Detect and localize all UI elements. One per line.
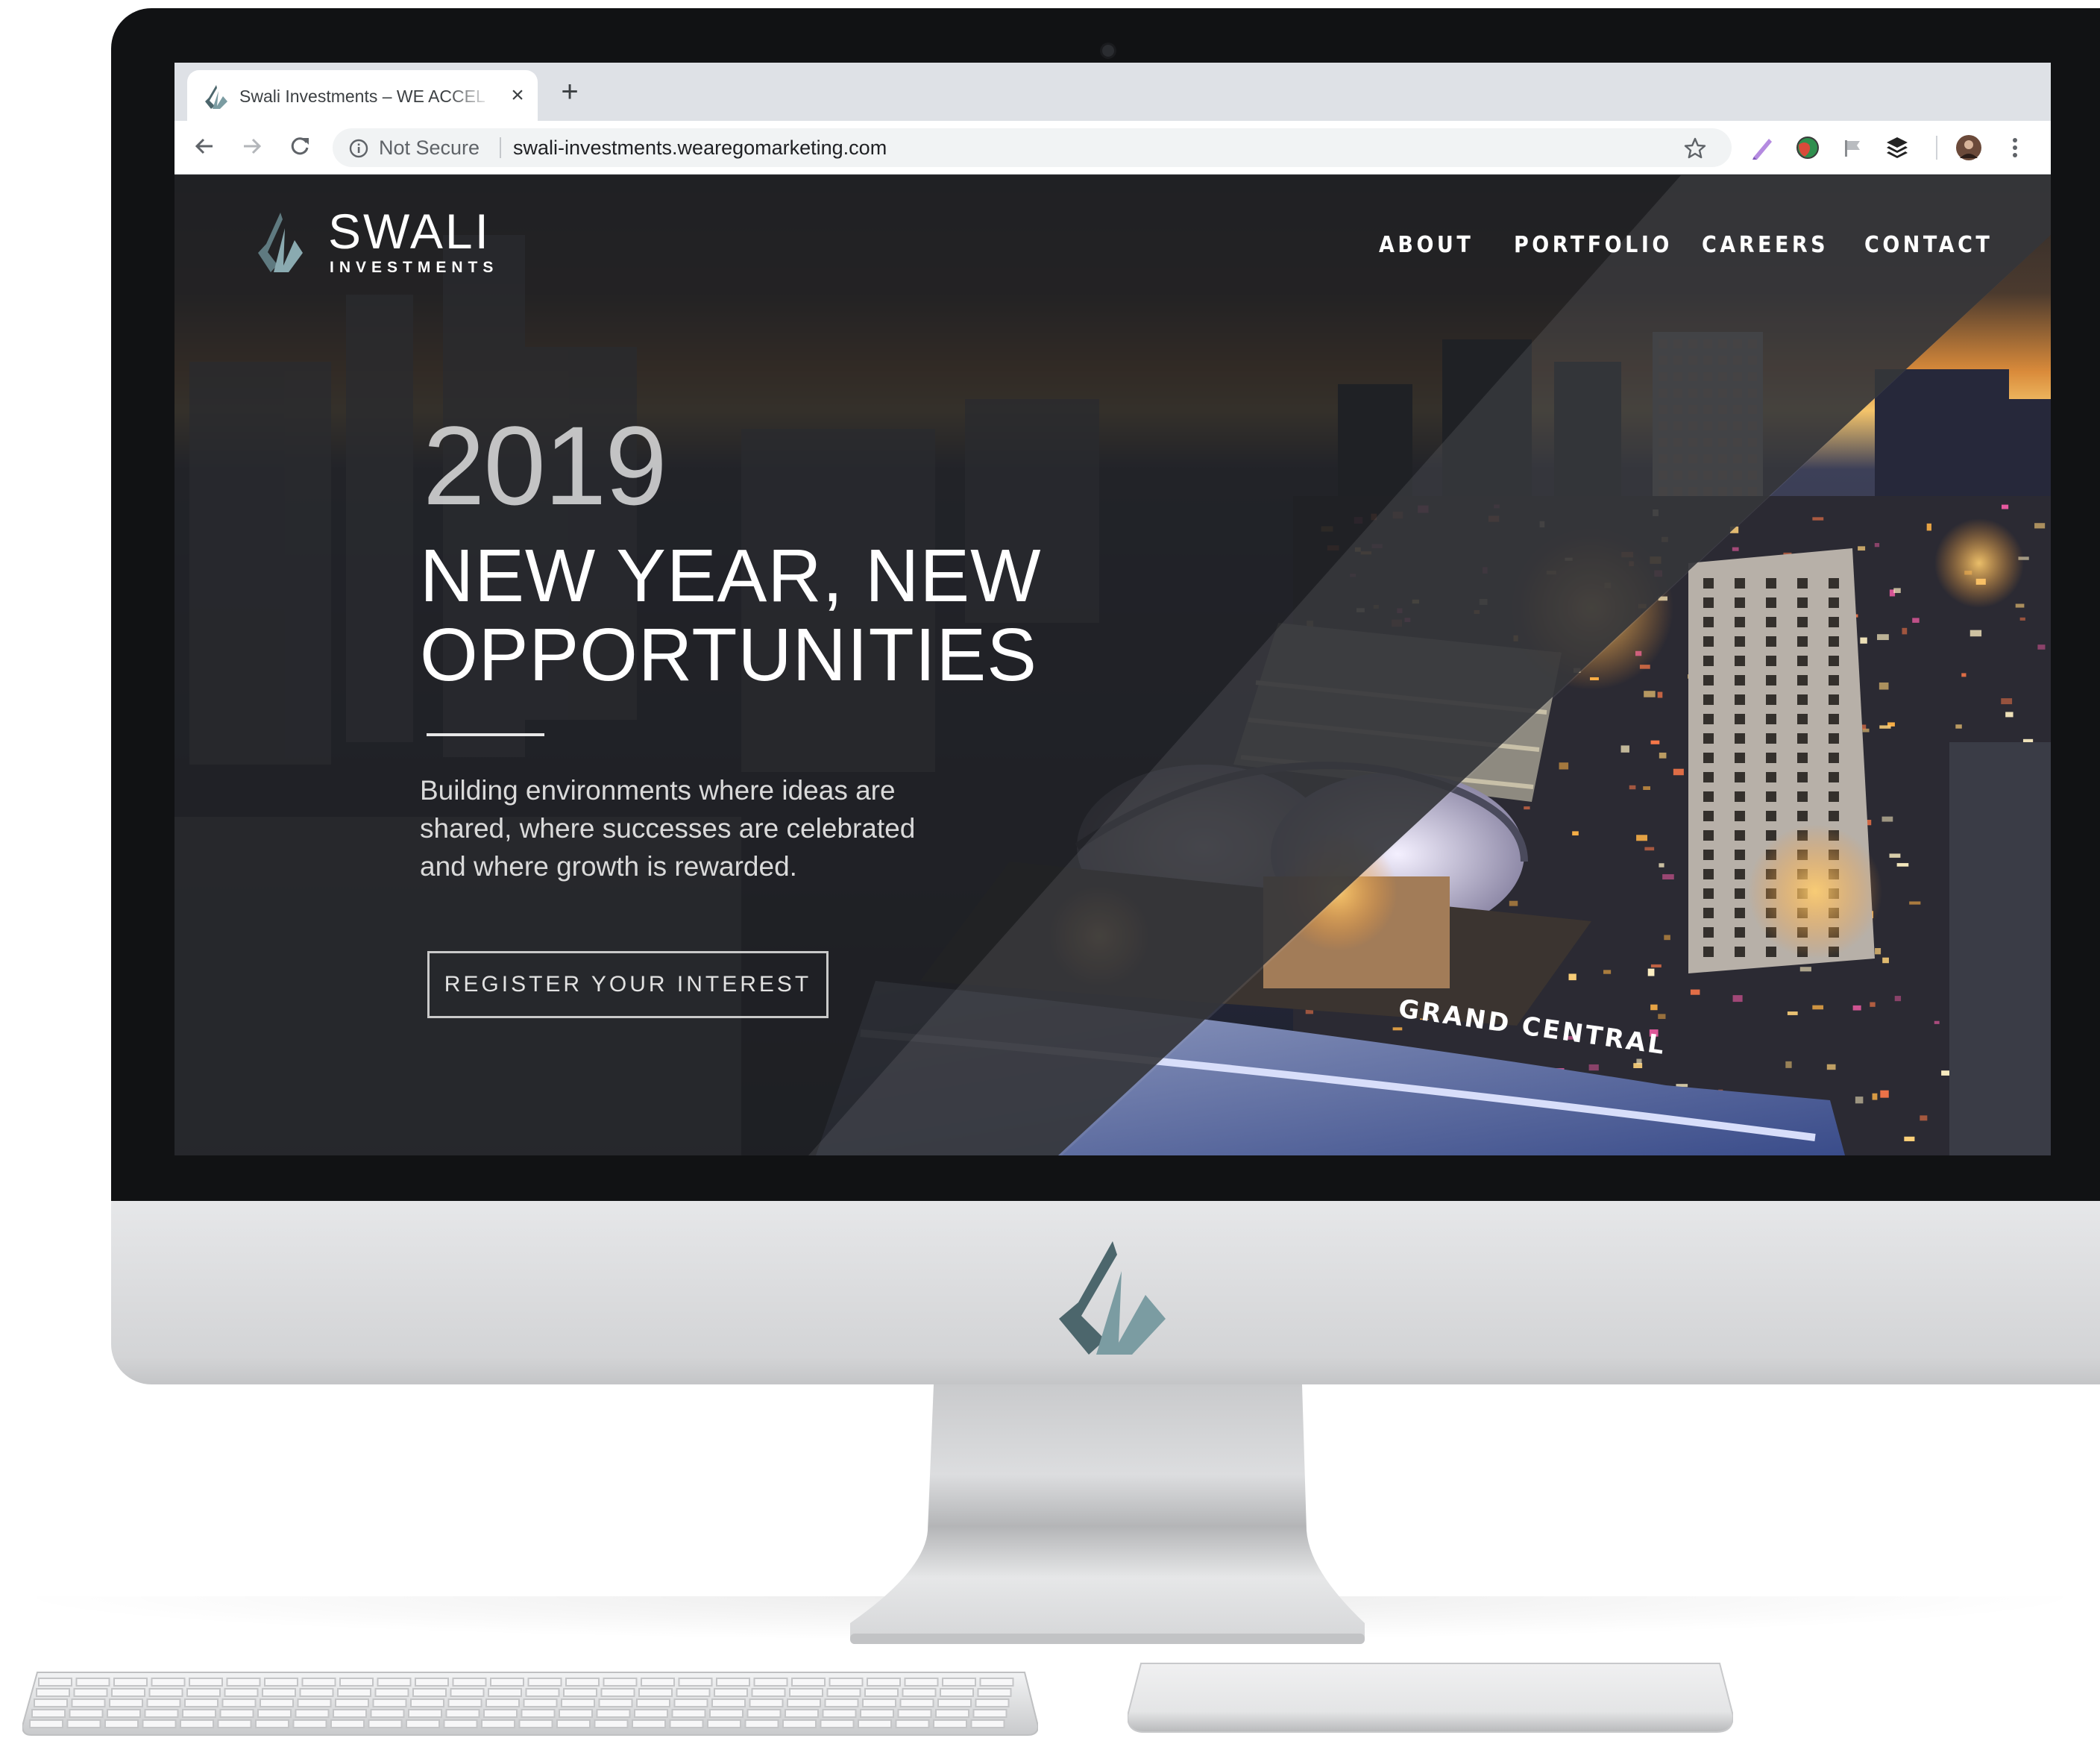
brand-name[interactable]: SWALI: [328, 204, 491, 259]
favicon-icon: [205, 85, 227, 109]
kebab-menu-icon[interactable]: [2002, 134, 2028, 161]
address-bar[interactable]: Not Secure swali-investments.wearegomark…: [333, 128, 1732, 167]
url-text[interactable]: swali-investments.wearegomarketing.com: [513, 136, 887, 160]
mockup-stage: Swali Investments – WE ACCEL × + Not Sec…: [0, 0, 2100, 1738]
register-interest-button[interactable]: REGISTER YOUR INTEREST: [427, 951, 829, 1018]
hero-section: GRAND CENTRAL SWALI INVESTMENTS ABOUT PO…: [175, 175, 2051, 1155]
body-line: Building environments where ideas are: [420, 775, 896, 806]
security-status[interactable]: Not Secure: [379, 136, 480, 160]
body-line: and where growth is rewarded.: [420, 851, 797, 882]
globe-icon[interactable]: [1794, 134, 1821, 161]
browser-tab[interactable]: Swali Investments – WE ACCEL ×: [187, 70, 538, 121]
toolbar-divider: [1936, 136, 1937, 160]
camera-icon: [1102, 45, 1114, 57]
pen-icon[interactable]: [1750, 134, 1776, 161]
info-icon[interactable]: [349, 139, 368, 158]
headline-line: OPPORTUNITIES: [420, 613, 1037, 697]
avatar-icon[interactable]: [1955, 134, 1982, 161]
hero-year: 2019: [423, 403, 667, 528]
star-icon[interactable]: [1684, 137, 1706, 160]
reload-icon[interactable]: [285, 131, 315, 161]
trackpad: [1128, 1663, 1733, 1733]
screen: Swali Investments – WE ACCEL × + Not Sec…: [175, 63, 2051, 1155]
hero-body: Building environments where ideas are sh…: [420, 771, 927, 885]
nav-careers[interactable]: CAREERS: [1702, 232, 1829, 259]
tab-strip: Swali Investments – WE ACCEL × +: [175, 63, 2051, 121]
headline-line: NEW YEAR, NEW: [420, 534, 1042, 618]
omnibox-separator: [500, 137, 501, 158]
browser-toolbar: Not Secure swali-investments.wearegomark…: [175, 121, 2051, 175]
flag-icon[interactable]: [1839, 134, 1866, 161]
close-icon[interactable]: ×: [506, 82, 529, 109]
arrow-right-icon[interactable]: [237, 131, 267, 161]
hero-headline: NEW YEAR, NEW OPPORTUNITIES: [420, 536, 1091, 694]
imac-stand: [850, 1384, 1365, 1644]
tab-title: Swali Investments – WE ACCEL: [239, 87, 485, 106]
buffer-icon[interactable]: [1884, 134, 1911, 161]
plus-icon[interactable]: +: [556, 77, 583, 107]
hero-divider: [427, 733, 544, 736]
swali-logo-icon[interactable]: [258, 213, 303, 272]
body-line: shared, where successes are celebrated: [420, 813, 916, 844]
nav-contact[interactable]: CONTACT: [1864, 232, 1993, 259]
arrow-left-icon[interactable]: [189, 131, 219, 161]
nav-portfolio[interactable]: PORTFOLIO: [1514, 232, 1673, 259]
swali-logo-icon: [1059, 1241, 1166, 1355]
keyboard: [22, 1672, 1038, 1736]
nav-about[interactable]: ABOUT: [1379, 232, 1474, 259]
brand-subtitle[interactable]: INVESTMENTS: [330, 259, 498, 277]
